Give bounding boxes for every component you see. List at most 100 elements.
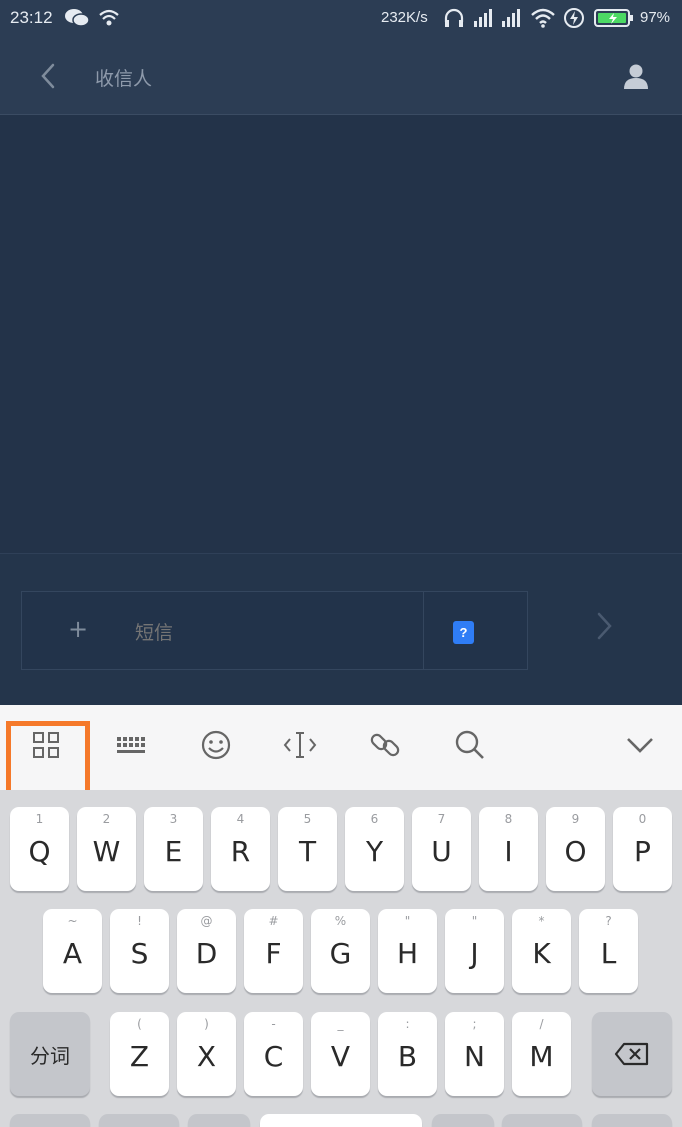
sim-select-button[interactable]: ? [453, 621, 474, 644]
mode-key[interactable] [502, 1114, 582, 1127]
key-hint: : [405, 1017, 410, 1031]
link-icon[interactable] [367, 727, 403, 763]
wechat-icon [65, 9, 90, 27]
punct-key[interactable] [432, 1114, 494, 1127]
key-hint: ~ [67, 914, 78, 928]
key-l[interactable]: ? L [579, 909, 638, 993]
key-char: S [130, 937, 149, 970]
key-hint: ; [472, 1017, 477, 1031]
key-hint: ? [605, 914, 612, 928]
key-z[interactable]: (Z [110, 1012, 169, 1096]
key-x[interactable]: ) X [177, 1012, 236, 1096]
enter-key[interactable] [592, 1114, 672, 1127]
emoji-icon[interactable] [198, 727, 234, 763]
attach-button[interactable]: + [68, 616, 88, 642]
key-char: A [62, 937, 83, 970]
key-char: X [196, 1040, 217, 1073]
key-char: G [329, 937, 352, 970]
key-hint: * [538, 914, 545, 928]
keyboard-icon[interactable] [113, 727, 149, 763]
signal-icon [474, 9, 492, 27]
key-char: U [431, 835, 452, 868]
key-a[interactable]: ~ A [43, 909, 102, 993]
key-c[interactable]: -C [244, 1012, 303, 1096]
key-hint: 6 [370, 812, 379, 826]
key-q[interactable]: 1Q [10, 807, 69, 891]
key-hint: - [271, 1017, 276, 1031]
send-icon[interactable] [592, 608, 618, 644]
status-bar: 23:12 232K/s 97% [0, 0, 682, 36]
key-char: H [396, 937, 419, 970]
language-key[interactable] [188, 1114, 250, 1127]
key-char: I [504, 835, 513, 868]
key-hint: # [268, 914, 279, 928]
key-char: V [330, 1040, 351, 1073]
composer-area: + ? [0, 553, 682, 705]
signal-icon-2 [502, 9, 520, 27]
key-i[interactable]: 8I [479, 807, 538, 891]
composer-divider [423, 592, 424, 669]
key-char: B [397, 1040, 418, 1073]
status-time: 23:12 [10, 8, 53, 27]
key-b[interactable]: :B [378, 1012, 437, 1096]
key-char: C [263, 1040, 284, 1073]
key-n[interactable]: ; N [445, 1012, 504, 1096]
charging-icon [564, 8, 584, 28]
key-char: E [164, 835, 183, 868]
key-hint: 5 [303, 812, 312, 826]
search-icon[interactable] [452, 727, 488, 763]
chevron-down-icon[interactable] [622, 727, 658, 763]
keyboard: 1Q 2W 3E 4R 5T 6Y 7U 8I 9O 0P ~ A ! S @ D #… [0, 790, 682, 1127]
key-hint: @ [200, 914, 213, 928]
number-key[interactable] [99, 1114, 179, 1127]
key-s[interactable]: ! S [110, 909, 169, 993]
segment-key[interactable]: 分词 [10, 1012, 90, 1096]
key-char: J [470, 937, 479, 970]
key-f[interactable]: # F [244, 909, 303, 993]
key-j[interactable]: " J [445, 909, 504, 993]
key-g[interactable]: % G [311, 909, 370, 993]
key-t[interactable]: 5T [278, 807, 337, 891]
segment-key-label: 分词 [30, 1044, 70, 1068]
key-char: Z [129, 1040, 150, 1073]
key-u[interactable]: 7U [412, 807, 471, 891]
key-char: K [532, 937, 551, 970]
key-hint: 9 [571, 812, 580, 826]
cursor-icon[interactable] [282, 727, 318, 763]
backspace-key[interactable] [592, 1012, 672, 1096]
back-icon[interactable] [36, 62, 62, 90]
battery-percent: 97% [640, 9, 671, 26]
key-hint: 2 [102, 812, 111, 826]
key-v[interactable]: _ V [311, 1012, 370, 1096]
key-y[interactable]: 6Y [345, 807, 404, 891]
key-d[interactable]: @ D [177, 909, 236, 993]
key-hint: % [334, 914, 347, 928]
key-hint: 4 [236, 812, 245, 826]
key-hint: 0 [638, 812, 647, 826]
key-char: N [464, 1040, 485, 1073]
net-speed: 232K/s [381, 9, 428, 26]
key-char: D [195, 937, 218, 970]
key-o[interactable]: 9O [546, 807, 605, 891]
space-key[interactable] [260, 1114, 422, 1127]
key-char: Y [365, 835, 384, 868]
key-hint: 8 [504, 812, 513, 826]
contact-icon[interactable] [622, 62, 650, 90]
symbol-key[interactable] [10, 1114, 90, 1127]
key-r[interactable]: 4R [211, 807, 270, 891]
key-hint: " [471, 914, 478, 928]
key-char: T [298, 835, 317, 868]
key-k[interactable]: * K [512, 909, 571, 993]
wifi-small-icon [99, 9, 119, 26]
key-hint: / [539, 1017, 544, 1031]
recipient-title[interactable]: 收信人 [95, 64, 152, 91]
key-e[interactable]: 3E [144, 807, 203, 891]
key-char: W [92, 835, 121, 868]
key-m[interactable]: / M [512, 1012, 571, 1096]
key-hint: 3 [169, 812, 178, 826]
key-h[interactable]: " H [378, 909, 437, 993]
key-w[interactable]: 2W [77, 807, 136, 891]
key-p[interactable]: 0P [613, 807, 672, 891]
key-char: Q [28, 835, 51, 868]
message-input[interactable] [135, 620, 415, 646]
